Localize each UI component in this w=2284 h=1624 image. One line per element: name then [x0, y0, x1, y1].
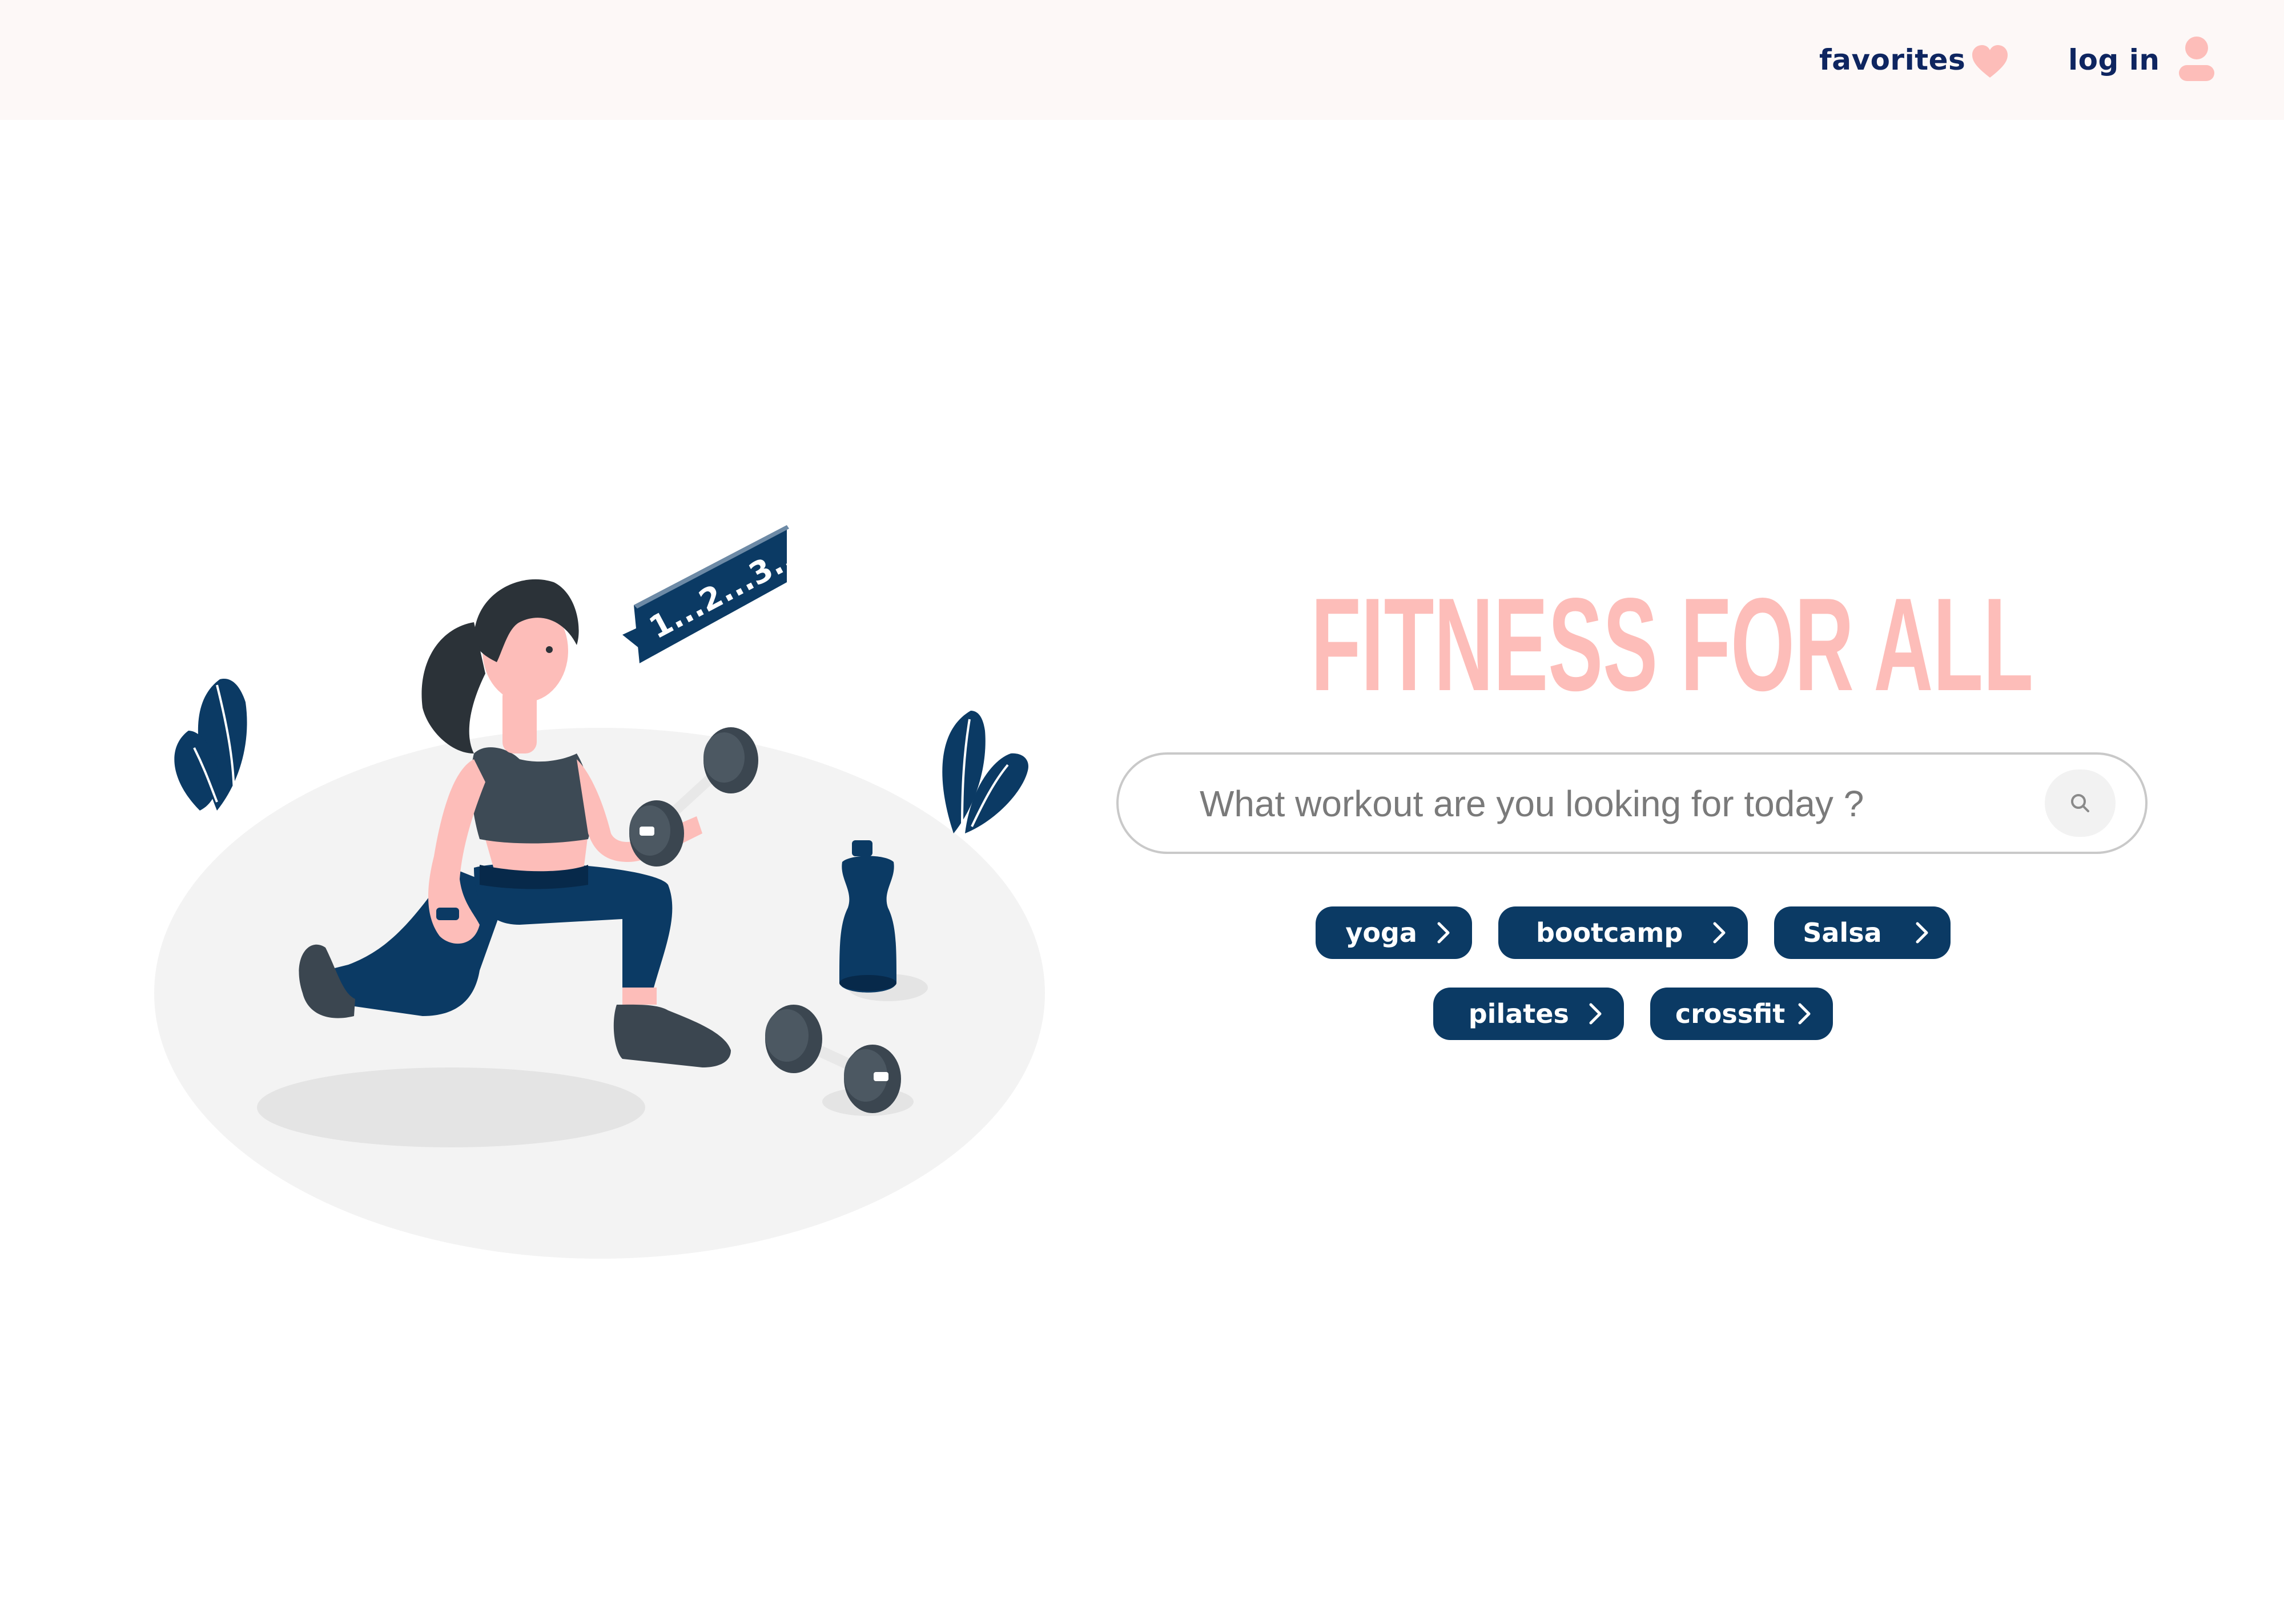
left-plant [174, 679, 247, 811]
tag-yoga[interactable]: yoga [1316, 906, 1472, 959]
search-input[interactable] [1199, 755, 2000, 853]
chevron-right-icon [1713, 922, 1726, 944]
tag-label: crossfit [1675, 998, 1786, 1029]
chevron-right-icon [1437, 922, 1450, 944]
tag-label: Salsa [1803, 917, 1882, 948]
login-link[interactable]: log in [2068, 34, 2160, 86]
tag-salsa[interactable]: Salsa [1774, 906, 1951, 959]
login-label: log in [2068, 43, 2160, 76]
right-plant [942, 711, 1028, 833]
counter-sign: 1...2...3... [622, 525, 810, 663]
page-title: FITNESS FOR ALL [1310, 571, 2034, 719]
tag-crossfit[interactable]: crossfit [1650, 988, 1833, 1040]
favorites-label: favorites [1819, 43, 1966, 76]
tag-label: pilates [1468, 998, 1569, 1029]
search-button[interactable] [2045, 769, 2116, 837]
search-bar [1116, 752, 2148, 854]
top-header: favorites log in [0, 0, 2284, 120]
tag-pilates[interactable]: pilates [1433, 988, 1624, 1040]
tag-label: bootcamp [1535, 917, 1683, 948]
user-icon[interactable] [2177, 35, 2217, 83]
search-icon [2071, 794, 2089, 812]
chevron-right-icon [1916, 922, 1928, 944]
tag-bootcamp[interactable]: bootcamp [1498, 906, 1748, 959]
tag-label: yoga [1345, 917, 1417, 948]
heart-icon[interactable] [1971, 43, 2009, 81]
page: favorites log in 1...2...3... FITNESS FO… [0, 0, 2284, 1624]
tag-row-1: yoga bootcamp Salsa [1113, 906, 2153, 959]
water-bottle [839, 840, 896, 993]
fitness-illustration: 1...2...3... [154, 525, 1045, 1259]
tag-row-2: pilates crossfit [1113, 988, 2153, 1040]
chevron-right-icon [1589, 1003, 1602, 1025]
favorites-link[interactable]: favorites [1819, 34, 1965, 86]
chevron-right-icon [1798, 1003, 1811, 1025]
